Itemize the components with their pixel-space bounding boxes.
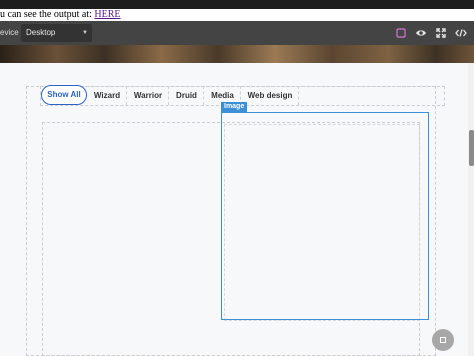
output-link[interactable]: HERE [94,9,120,20]
fullscreen-icon[interactable] [431,21,451,45]
scrollbar-track[interactable] [468,63,474,356]
scrollbar-thumb[interactable] [469,130,474,166]
device-select[interactable]: Desktop ▼ [21,24,92,42]
selected-image[interactable] [221,112,429,320]
filter-tab-druid[interactable]: Druid [170,86,204,105]
eye-icon[interactable] [411,21,431,45]
filter-tab-show-all[interactable]: Show All [41,85,87,105]
top-strip [0,0,474,9]
device-select-value: Desktop [26,28,56,37]
filter-tab-web-design[interactable]: Web design [242,86,299,105]
code-icon[interactable] [451,21,471,45]
filter-tab-warrior[interactable]: Warrior [128,86,169,105]
selection-tag: Image [221,102,248,112]
banner-image [0,45,474,63]
square-icon [440,337,446,343]
chevron-down-icon: ▼ [82,30,88,36]
square-icon[interactable] [391,21,411,45]
floating-button[interactable] [432,329,454,351]
device-label: evice [0,28,19,37]
filter-tab-wizard[interactable]: Wizard [88,86,127,105]
output-note: u can see the output at: HERE [0,9,474,21]
editor-toolbar: evice Desktop ▼ [0,21,474,45]
output-note-text: u can see the output at: [0,9,95,20]
